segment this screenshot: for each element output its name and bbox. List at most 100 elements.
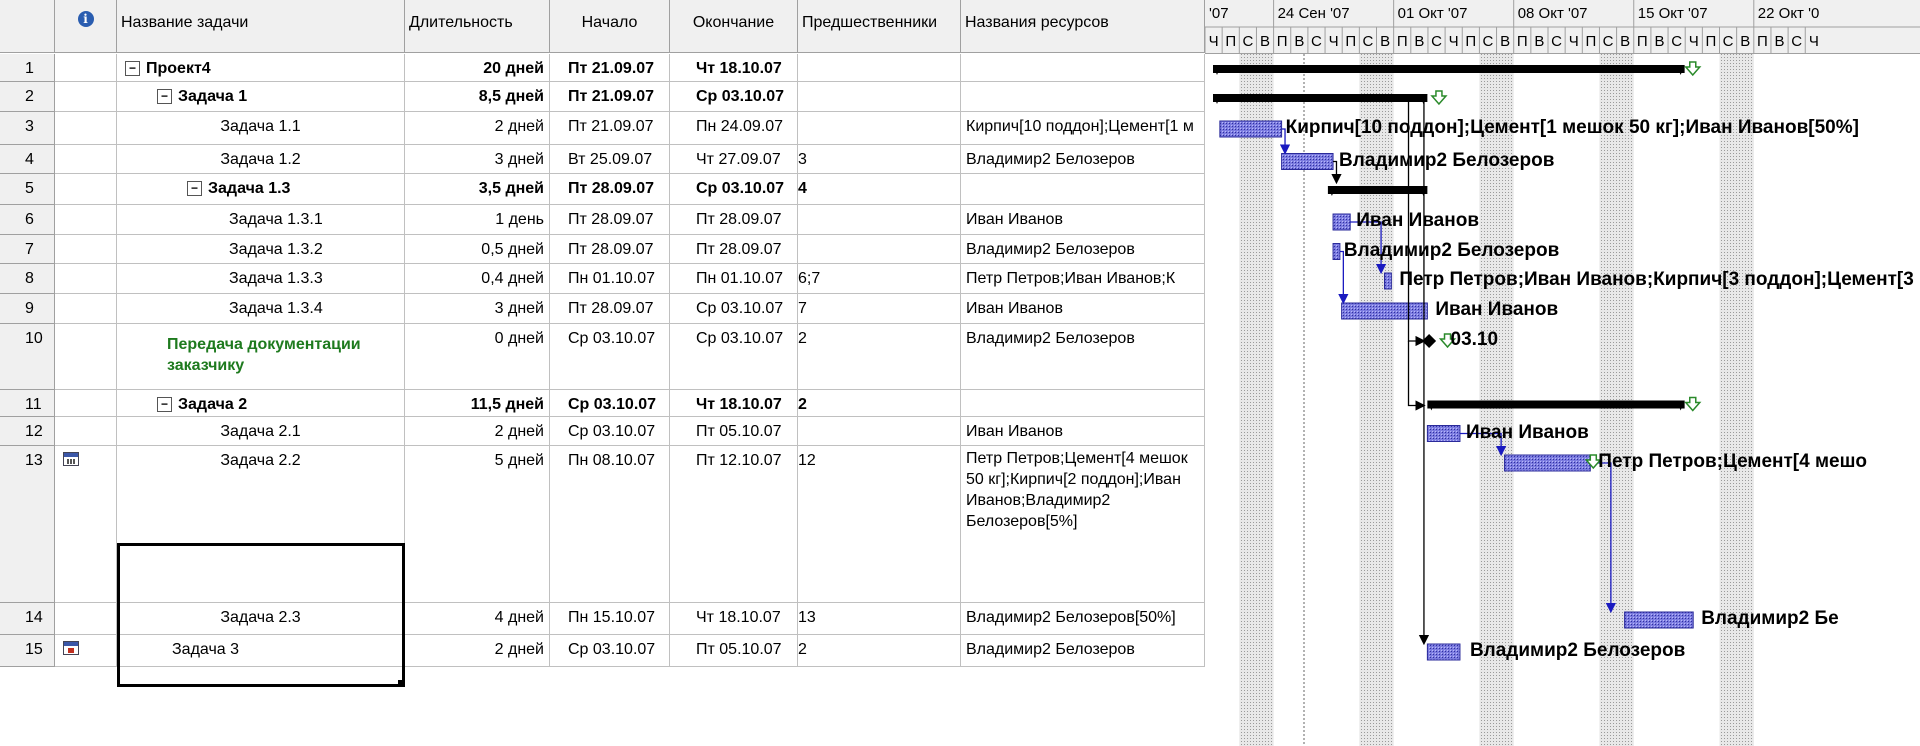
task-name-cell[interactable]: − Задача 1 <box>117 82 405 112</box>
finish-cell[interactable]: Ср 03.10.07 <box>670 324 798 390</box>
finish-cell[interactable]: Ср 03.10.07 <box>670 174 798 205</box>
duration-cell[interactable]: 8,5 дней <box>405 82 550 112</box>
table-row[interactable]: 8 Задача 1.3.3 0,4 дней Пн 01.10.07 Пн 01.10… <box>0 264 1205 294</box>
task-name-cell[interactable]: Задача 1.3.3 <box>117 264 405 294</box>
indicator-cell[interactable] <box>55 294 117 324</box>
duration-cell[interactable]: 2 дней <box>405 635 550 667</box>
indicator-cell[interactable] <box>55 417 117 446</box>
duration-cell[interactable]: 20 дней <box>405 54 550 82</box>
res-cell[interactable]: Иван Иванов <box>961 294 1205 324</box>
finish-cell[interactable]: Пт 28.09.07 <box>670 205 798 235</box>
row-id[interactable]: 5 <box>0 174 55 205</box>
header-predecessors[interactable]: Предшественники <box>798 0 961 53</box>
start-cell[interactable]: Пн 15.10.07 <box>550 603 670 635</box>
res-cell[interactable]: Владимир2 Белозеров <box>961 145 1205 174</box>
finish-cell[interactable]: Чт 27.09.07 <box>670 145 798 174</box>
task-name-cell[interactable]: Задача 1.3.1 <box>117 205 405 235</box>
duration-cell[interactable]: 2 дней <box>405 112 550 145</box>
indicator-cell[interactable] <box>55 390 117 417</box>
collapse-toggle[interactable]: − <box>187 181 202 196</box>
task-name-cell[interactable]: Задача 1.2 <box>117 145 405 174</box>
collapse-toggle[interactable]: − <box>157 397 172 412</box>
table-row[interactable]: 9 Задача 1.3.4 3 дней Пт 28.09.07 Ср 03.10.0… <box>0 294 1205 324</box>
duration-cell[interactable]: 2 дней <box>405 417 550 446</box>
pred-cell[interactable]: 13 <box>798 603 961 635</box>
duration-cell[interactable]: 4 дней <box>405 603 550 635</box>
table-row[interactable]: 12 Задача 2.1 2 дней Ср 03.10.07 Пт 05.10.07… <box>0 417 1205 446</box>
start-cell[interactable]: Вт 25.09.07 <box>550 145 670 174</box>
res-cell[interactable]: Петр Петров;Иван Иванов;К <box>961 264 1205 294</box>
header-task-name[interactable]: Название задачи <box>117 0 405 53</box>
duration-cell[interactable]: 3 дней <box>405 145 550 174</box>
duration-cell[interactable]: 1 день <box>405 205 550 235</box>
fill-handle[interactable] <box>398 680 405 687</box>
duration-cell[interactable]: 0,5 дней <box>405 235 550 264</box>
indicator-cell[interactable] <box>55 446 117 603</box>
header-indicators[interactable]: i <box>55 0 117 53</box>
finish-cell[interactable]: Пн 01.10.07 <box>670 264 798 294</box>
row-id[interactable]: 9 <box>0 294 55 324</box>
start-cell[interactable]: Пт 28.09.07 <box>550 205 670 235</box>
indicator-cell[interactable] <box>55 145 117 174</box>
duration-cell[interactable]: 3,5 дней <box>405 174 550 205</box>
table-row[interactable]: 7 Задача 1.3.2 0,5 дней Пт 28.09.07 Пт 28.09… <box>0 235 1205 264</box>
pred-cell[interactable] <box>798 417 961 446</box>
task-name-cell[interactable]: Задача 1.3.2 <box>117 235 405 264</box>
start-cell[interactable]: Пт 28.09.07 <box>550 235 670 264</box>
pred-cell[interactable]: 4 <box>798 174 961 205</box>
indicator-cell[interactable] <box>55 54 117 82</box>
duration-cell[interactable]: 0 дней <box>405 324 550 390</box>
task-name-cell[interactable]: Задача 1.1 <box>117 112 405 145</box>
table-row[interactable]: 5− Задача 1.3 3,5 дней Пт 28.09.07 Ср 03.10.… <box>0 174 1205 205</box>
res-cell[interactable] <box>961 390 1205 417</box>
row-id[interactable]: 13 <box>0 446 55 603</box>
res-cell[interactable]: Владимир2 Белозеров <box>961 235 1205 264</box>
task-name-cell[interactable]: Задача 2.1 <box>117 417 405 446</box>
start-cell[interactable]: Пт 21.09.07 <box>550 54 670 82</box>
finish-cell[interactable]: Пт 05.10.07 <box>670 417 798 446</box>
task-name-cell[interactable]: − Задача 2 <box>117 390 405 417</box>
start-cell[interactable]: Ср 03.10.07 <box>550 417 670 446</box>
pred-cell[interactable]: 2 <box>798 390 961 417</box>
pred-cell[interactable] <box>798 112 961 145</box>
indicator-cell[interactable] <box>55 324 117 390</box>
start-cell[interactable]: Пн 08.10.07 <box>550 446 670 603</box>
task-name-cell[interactable]: − Задача 1.3 <box>117 174 405 205</box>
table-row[interactable]: 11− Задача 2 11,5 дней Ср 03.10.07 Чт 18.10.… <box>0 390 1205 417</box>
collapse-toggle[interactable]: − <box>125 61 140 76</box>
row-id[interactable]: 3 <box>0 112 55 145</box>
table-row[interactable]: 10 Передача документации заказчику 0 дней С… <box>0 324 1205 390</box>
res-cell[interactable] <box>961 174 1205 205</box>
res-cell[interactable]: Кирпич[10 поддон];Цемент[1 м <box>961 112 1205 145</box>
table-row[interactable]: 6 Задача 1.3.1 1 день Пт 28.09.07 Пт 28.09.0… <box>0 205 1205 235</box>
row-id[interactable]: 2 <box>0 82 55 112</box>
header-duration[interactable]: Длительность <box>405 0 550 53</box>
table-row[interactable]: 4 Задача 1.2 3 дней Вт 25.09.07 Чт 27.09.07 3… <box>0 145 1205 174</box>
row-id[interactable]: 14 <box>0 603 55 635</box>
finish-cell[interactable]: Пт 05.10.07 <box>670 635 798 667</box>
finish-cell[interactable]: Ср 03.10.07 <box>670 82 798 112</box>
res-cell[interactable]: Иван Иванов <box>961 417 1205 446</box>
pred-cell[interactable] <box>798 54 961 82</box>
duration-cell[interactable]: 3 дней <box>405 294 550 324</box>
row-id[interactable]: 11 <box>0 390 55 417</box>
res-cell[interactable] <box>961 82 1205 112</box>
row-id[interactable]: 6 <box>0 205 55 235</box>
pred-cell[interactable]: 2 <box>798 635 961 667</box>
finish-cell[interactable]: Чт 18.10.07 <box>670 390 798 417</box>
row-id[interactable]: 12 <box>0 417 55 446</box>
header-finish[interactable]: Окончание <box>670 0 798 53</box>
task-name-cell[interactable]: Передача документации заказчику <box>117 324 405 390</box>
header-start[interactable]: Начало <box>550 0 670 53</box>
select-all-corner[interactable] <box>0 0 55 53</box>
start-cell[interactable]: Пт 21.09.07 <box>550 82 670 112</box>
finish-cell[interactable]: Ср 03.10.07 <box>670 294 798 324</box>
indicator-cell[interactable] <box>55 635 117 667</box>
pred-cell[interactable] <box>798 205 961 235</box>
finish-cell[interactable]: Пт 12.10.07 <box>670 446 798 603</box>
row-id[interactable]: 10 <box>0 324 55 390</box>
res-cell[interactable]: Владимир2 Белозеров <box>961 635 1205 667</box>
table-row[interactable]: 3 Задача 1.1 2 дней Пт 21.09.07 Пн 24.09.07 К… <box>0 112 1205 145</box>
indicator-cell[interactable] <box>55 235 117 264</box>
duration-cell[interactable]: 11,5 дней <box>405 390 550 417</box>
